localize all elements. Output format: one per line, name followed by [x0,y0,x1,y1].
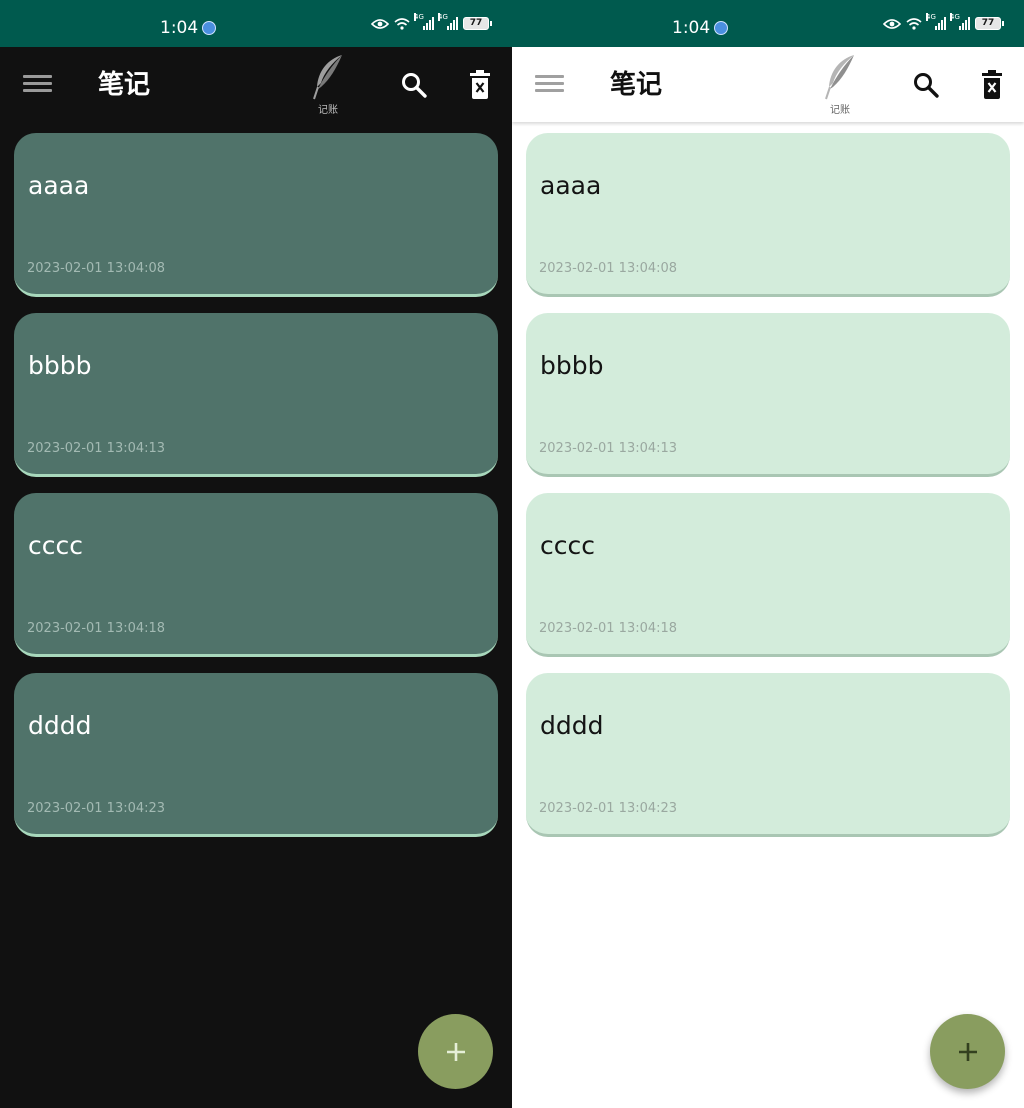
note-date: 2023-02-01 13:04:13 [27,441,166,456]
page-title: 笔记 [610,70,663,100]
note-title: cccc [540,531,595,560]
signal-icon: 4G [950,13,970,30]
note-card[interactable]: bbbb 2023-02-01 13:04:13 [14,313,498,477]
status-icons: 4G 4G 77 [883,13,1004,30]
app-bar: 笔记 记账 [0,47,512,122]
note-card[interactable]: dddd 2023-02-01 13:04:23 [526,673,1010,837]
status-time-text: 1:04 [672,18,711,38]
status-bar: 1:04 4G 4G 77 [0,0,512,47]
feather-icon [313,55,342,100]
app-bar: 笔记 记账 [512,47,1024,122]
status-bar: 1:04 4G 4G 77 [512,0,1024,47]
note-title: aaaa [540,171,602,200]
note-title: dddd [28,711,92,740]
note-title: dddd [540,711,604,740]
note-date: 2023-02-01 13:04:23 [27,801,166,816]
eye-icon [371,18,389,29]
menu-icon[interactable] [23,75,52,93]
note-card[interactable]: cccc 2023-02-01 13:04:18 [14,493,498,657]
signal-icon: 4G [926,13,946,30]
note-title: bbbb [540,351,604,380]
status-time: 1:04 [160,17,217,39]
plus-icon [958,1042,977,1061]
ledger-label: 记账 [830,105,850,116]
note-card[interactable]: bbbb 2023-02-01 13:04:13 [526,313,1010,477]
add-note-button[interactable] [418,1014,493,1089]
note-date: 2023-02-01 13:04:08 [27,261,166,276]
signal-icon: 4G [438,13,458,30]
network-label: 4G [438,13,448,21]
note-date: 2023-02-01 13:04:18 [539,621,678,636]
network-label: 4G [414,13,424,21]
note-title: cccc [28,531,83,560]
status-time: 1:04 [672,17,729,39]
battery-icon: 77 [975,17,1004,30]
eye-icon [883,18,901,29]
menu-icon[interactable] [535,75,564,93]
note-title: aaaa [28,171,90,200]
note-date: 2023-02-01 13:04:08 [539,261,678,276]
search-icon[interactable] [400,71,428,99]
note-card[interactable]: aaaa 2023-02-01 13:04:08 [14,133,498,297]
delete-icon[interactable] [979,70,1005,100]
note-card[interactable]: cccc 2023-02-01 13:04:18 [526,493,1010,657]
note-card[interactable]: aaaa 2023-02-01 13:04:08 [526,133,1010,297]
note-title: bbbb [28,351,92,380]
search-icon[interactable] [912,71,940,99]
feather-icon [825,55,854,100]
note-date: 2023-02-01 13:04:23 [539,801,678,816]
page-title: 笔记 [98,70,151,100]
wifi-icon [394,17,410,30]
network-label: 4G [950,13,960,21]
light-theme-screen: 1:04 4G 4G 77 笔记 记账 aaaa 2023-02-01 13:0… [512,0,1024,1108]
signal-icon: 4G [414,13,434,30]
battery-level: 77 [463,17,489,30]
battery-level: 77 [975,17,1001,30]
delete-icon[interactable] [467,70,493,100]
ledger-label: 记账 [318,105,338,116]
ledger-shortcut[interactable]: 记账 [302,53,354,117]
notification-icon [202,21,217,35]
note-date: 2023-02-01 13:04:18 [27,621,166,636]
wifi-icon [906,17,922,30]
status-icons: 4G 4G 77 [371,13,492,30]
status-time-text: 1:04 [160,18,199,38]
ledger-shortcut[interactable]: 记账 [814,53,866,117]
network-label: 4G [926,13,936,21]
add-note-button[interactable] [930,1014,1005,1089]
plus-icon [446,1042,465,1061]
notification-icon [714,21,729,35]
battery-icon: 77 [463,17,492,30]
note-date: 2023-02-01 13:04:13 [539,441,678,456]
note-card[interactable]: dddd 2023-02-01 13:04:23 [14,673,498,837]
dark-theme-screen: 1:04 4G 4G 77 笔记 记账 aaaa 2023-02-01 13:0… [0,0,512,1108]
